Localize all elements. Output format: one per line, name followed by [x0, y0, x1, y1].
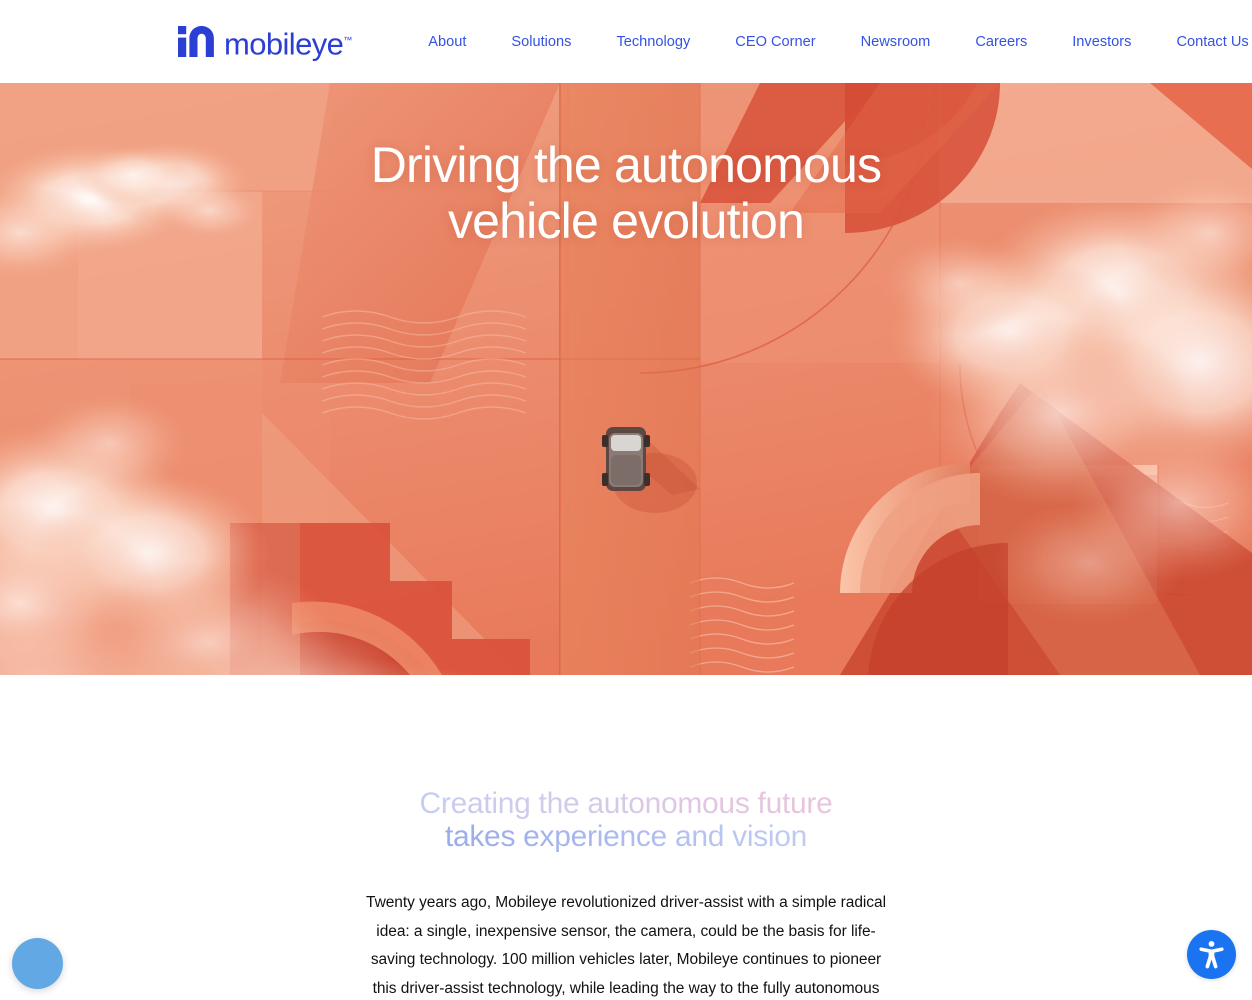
hero-title: Driving the autonomous vehicle evolution — [0, 137, 1252, 249]
nav-item-newsroom[interactable]: Newsroom — [838, 33, 953, 51]
nav-item-technology[interactable]: Technology — [594, 33, 713, 51]
mobileye-m-logo-icon — [178, 25, 216, 57]
intro-heading-line-2: takes experience and vision — [306, 820, 946, 853]
chat-widget-button[interactable] — [12, 938, 63, 989]
nav-item-solutions[interactable]: Solutions — [489, 33, 594, 51]
hero-title-line-2: vehicle evolution — [447, 193, 805, 249]
intro-paragraph: Twenty years ago, Mobileye revolutionize… — [366, 894, 886, 997]
hero-title-line-1: Driving the autonomous — [370, 137, 882, 193]
logo-wordmark: mobileye™ — [224, 26, 353, 62]
nav-item-ceo-corner[interactable]: CEO Corner — [713, 33, 838, 51]
nav-item-careers[interactable]: Careers — [953, 33, 1050, 51]
nav-item-contact-us[interactable]: Contact Us — [1154, 33, 1248, 51]
site-logo[interactable]: mobileye™ — [178, 24, 353, 62]
intro-heading: Creating the autonomous future takes exp… — [306, 787, 946, 853]
accessibility-person-icon — [1195, 938, 1228, 971]
hero-section: Driving the autonomous vehicle evolution — [0, 83, 1252, 675]
primary-navigation: About Solutions Technology CEO Corner Ne… — [428, 33, 1248, 51]
site-header: mobileye™ About Solutions Technology CEO… — [0, 0, 1252, 83]
accessibility-widget-button[interactable] — [1187, 930, 1236, 979]
logo-trademark: ™ — [343, 35, 353, 46]
nav-item-investors[interactable]: Investors — [1050, 33, 1154, 51]
intro-section: Creating the autonomous future takes exp… — [0, 675, 1252, 1000]
nav-item-about[interactable]: About — [428, 33, 489, 51]
page-root: mobileye™ About Solutions Technology CEO… — [0, 0, 1252, 1000]
intro-heading-line-1: Creating the autonomous future — [306, 787, 946, 820]
